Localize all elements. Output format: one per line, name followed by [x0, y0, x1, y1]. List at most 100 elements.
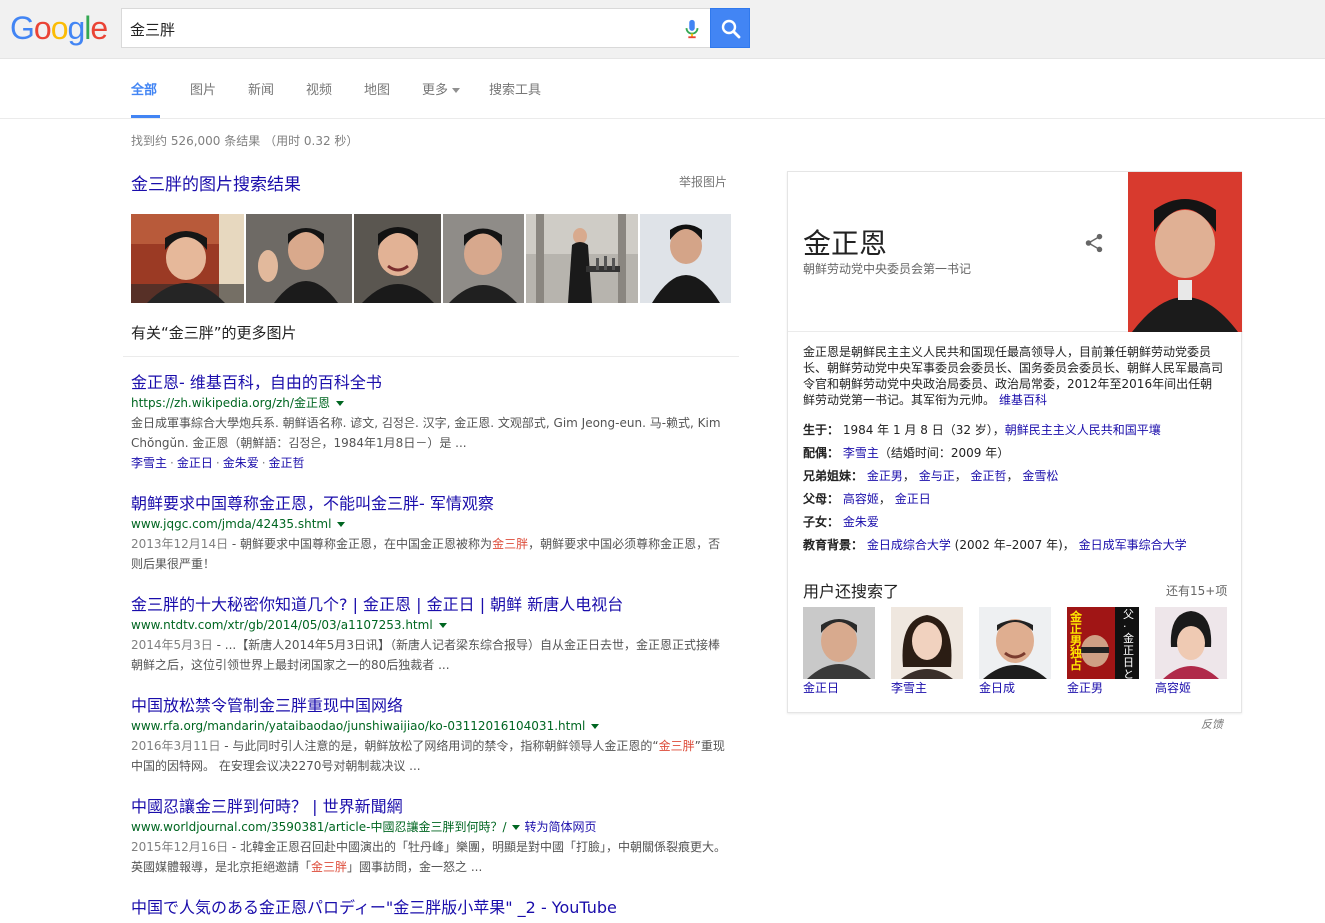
- search-result: 金三胖的十大秘密你知道几个? | 金正恩 | 金正日 | 朝鲜 新唐人电视台 w…: [131, 595, 731, 675]
- sitelink[interactable]: 金朱爱: [223, 456, 259, 470]
- search-tabs: 全部 图片 新闻 视频 地图 更多 搜索工具: [0, 60, 1325, 119]
- kp-fact-label: 子女：: [803, 515, 840, 529]
- tab-images[interactable]: 图片: [190, 79, 216, 98]
- kp-fact-value: ，: [954, 469, 971, 483]
- kp-header: 金正恩 朝鲜劳动党中央委员会第一书记: [788, 172, 1243, 332]
- sitelink[interactable]: 金正日: [177, 456, 213, 470]
- highlight-term: 金三胖: [311, 860, 348, 874]
- related-person-name: 金正日: [803, 681, 840, 695]
- result-title-link[interactable]: 金正恩- 维基百科，自由的百科全书: [131, 373, 731, 393]
- google-logo[interactable]: Google: [10, 10, 108, 46]
- kp-fact-link[interactable]: 李雪主: [843, 446, 879, 460]
- image-thumbnail[interactable]: [443, 214, 524, 303]
- url-dropdown-icon[interactable]: [512, 825, 521, 830]
- kp-fact-link[interactable]: 金与正: [919, 469, 955, 483]
- kp-fact-link[interactable]: 金日成军事综合大学: [1079, 538, 1187, 552]
- image-thumbnail[interactable]: [131, 214, 244, 303]
- related-person-name: 李雪主: [891, 681, 928, 695]
- result-title-link[interactable]: 朝鲜要求中国尊称金正恩，不能叫金三胖- 军情观察: [131, 494, 731, 514]
- kp-fact-value: ，: [902, 469, 919, 483]
- result-title-link[interactable]: 金三胖的十大秘密你知道几个? | 金正恩 | 金正日 | 朝鲜 新唐人电视台: [131, 595, 731, 615]
- highlight-term: 金三胖: [658, 739, 695, 753]
- related-person[interactable]: 金正男独占 父·金正日と私 金正男: [1067, 607, 1139, 696]
- kp-portrait[interactable]: [1128, 172, 1242, 332]
- image-thumbnail[interactable]: [246, 214, 352, 303]
- logo-letter: o: [33, 10, 52, 46]
- url-dropdown-icon[interactable]: [591, 724, 600, 729]
- search-box[interactable]: [121, 8, 711, 48]
- related-person[interactable]: 李雪主: [891, 607, 963, 696]
- result-url: www.rfa.org/mandarin/yataibaodao/junshiw…: [131, 716, 731, 736]
- result-snippet: 2016年3月11日 - 与此同时引人注意的是，朝鲜放松了网络用词的禁令，指称朝…: [131, 739, 725, 773]
- related-person[interactable]: 金正日: [803, 607, 875, 696]
- wikipedia-link[interactable]: 维基百科: [999, 393, 1047, 407]
- kp-fact-link[interactable]: 金朱爱: [843, 515, 879, 529]
- result-title-link[interactable]: 中国で人気のある金正恩パロディー"金三胖版小苹果" _2 - YouTube: [131, 898, 731, 918]
- related-person-name: 金日成: [979, 681, 1016, 695]
- kp-fact-row: 教育背景： 金日成综合大学 (2002 年–2007 年)， 金日成军事综合大学: [803, 535, 1233, 558]
- image-thumbnail[interactable]: [354, 214, 441, 303]
- kp-fact-link[interactable]: 金日成综合大学: [867, 538, 951, 552]
- kp-facts: 生于： 1984 年 1 月 8 日（32 岁），朝鲜民主主义人民共和国平壤 配偶…: [803, 420, 1233, 558]
- tab-more[interactable]: 更多: [422, 79, 461, 98]
- url-dropdown-icon[interactable]: [438, 623, 447, 628]
- kp-fact-value: (2002 年–2007 年)，: [950, 538, 1079, 552]
- search-button[interactable]: [710, 8, 750, 48]
- tab-search-tools[interactable]: 搜索工具: [489, 79, 541, 98]
- top-bar: Google: [0, 0, 1325, 59]
- url-dropdown-icon[interactable]: [335, 401, 344, 406]
- book-cover-text: 父·金正日と私: [1123, 608, 1134, 680]
- highlight-term: 金三胖: [492, 537, 529, 551]
- search-icon: [721, 19, 741, 39]
- more-related-link[interactable]: 还有15+项: [1166, 582, 1227, 599]
- translate-link[interactable]: 转为简体网页: [524, 820, 596, 834]
- report-images-link[interactable]: 举报图片: [679, 173, 727, 190]
- logo-letter: g: [67, 10, 85, 46]
- search-result: 中国放松禁令管制金三胖重现中国网络 www.rfa.org/mandarin/y…: [131, 696, 731, 776]
- result-url: www.ntdtv.com/xtr/gb/2014/05/03/a1107253…: [131, 615, 731, 635]
- result-title-link[interactable]: 中国放松禁令管制金三胖重现中国网络: [131, 696, 731, 716]
- kp-fact-row: 父母： 高容姬， 金正日: [803, 489, 1233, 512]
- microphone-icon[interactable]: [681, 18, 703, 40]
- image-thumbnail[interactable]: [526, 214, 638, 303]
- image-results-title[interactable]: 金三胖的图片搜索结果: [131, 170, 301, 195]
- result-url-text: https://zh.wikipedia.org/zh/金正恩: [131, 396, 330, 410]
- kp-fact-link[interactable]: 金雪松: [1022, 469, 1058, 483]
- tab-all[interactable]: 全部: [131, 79, 157, 98]
- kp-fact-link[interactable]: 高容姬: [843, 492, 879, 506]
- sitelink[interactable]: 金正哲: [269, 456, 305, 470]
- tab-more-label: 更多: [422, 83, 449, 98]
- result-url-text: www.ntdtv.com/xtr/gb/2014/05/03/a1107253…: [131, 618, 433, 632]
- kp-fact-row: 生于： 1984 年 1 月 8 日（32 岁），朝鲜民主主义人民共和国平壤: [803, 420, 1233, 443]
- feedback-link[interactable]: 反馈: [1201, 716, 1223, 732]
- kp-fact-link[interactable]: 朝鲜民主主义人民共和国平壤: [1005, 423, 1161, 437]
- sitelink[interactable]: 李雪主: [131, 456, 167, 470]
- more-images-link[interactable]: 有关“金三胖”的更多图片: [131, 322, 297, 343]
- result-snippet: 金日成軍事綜合大學炮兵系. 朝鲜语名称. 谚文, 김정은. 汉字, 金正恩. 文…: [131, 416, 721, 450]
- result-date: 2016年3月11日: [131, 739, 221, 753]
- search-result: 中国で人気のある金正恩パロディー"金三胖版小苹果" _2 - YouTube: [131, 898, 731, 918]
- result-title-link[interactable]: 中國忍讓金三胖到何時？ | 世界新聞網: [131, 797, 731, 817]
- tab-news[interactable]: 新闻: [248, 79, 274, 98]
- related-person[interactable]: 高容姬: [1155, 607, 1227, 696]
- kp-subtitle: 朝鲜劳动党中央委员会第一书记: [803, 262, 972, 276]
- tab-videos[interactable]: 视频: [306, 79, 332, 98]
- kp-fact-link[interactable]: 金正哲: [971, 469, 1007, 483]
- search-input[interactable]: [130, 18, 670, 40]
- image-thumbnail[interactable]: [640, 214, 731, 303]
- tab-maps[interactable]: 地图: [364, 79, 390, 98]
- result-url-text: www.rfa.org/mandarin/yataibaodao/junshiw…: [131, 719, 586, 733]
- kp-fact-link[interactable]: 金正日: [895, 492, 931, 506]
- search-result: 中國忍讓金三胖到何時？ | 世界新聞網 www.worldjournal.com…: [131, 797, 731, 877]
- related-person[interactable]: 金日成: [979, 607, 1051, 696]
- kp-fact-row: 兄弟姐妹： 金正男， 金与正， 金正哲， 金雪松: [803, 466, 1233, 489]
- result-url: https://zh.wikipedia.org/zh/金正恩: [131, 393, 731, 413]
- kp-fact-label: 生于：: [803, 423, 840, 437]
- url-dropdown-icon[interactable]: [337, 522, 346, 527]
- result-date: 2013年12月14日: [131, 537, 229, 551]
- kp-fact-label: 教育背景：: [803, 538, 864, 552]
- result-url-text: www.jqgc.com/jmda/42435.shtml: [131, 517, 332, 531]
- result-date: 2015年12月16日: [131, 840, 229, 854]
- share-icon[interactable]: [1083, 232, 1105, 254]
- kp-fact-link[interactable]: 金正男: [867, 469, 903, 483]
